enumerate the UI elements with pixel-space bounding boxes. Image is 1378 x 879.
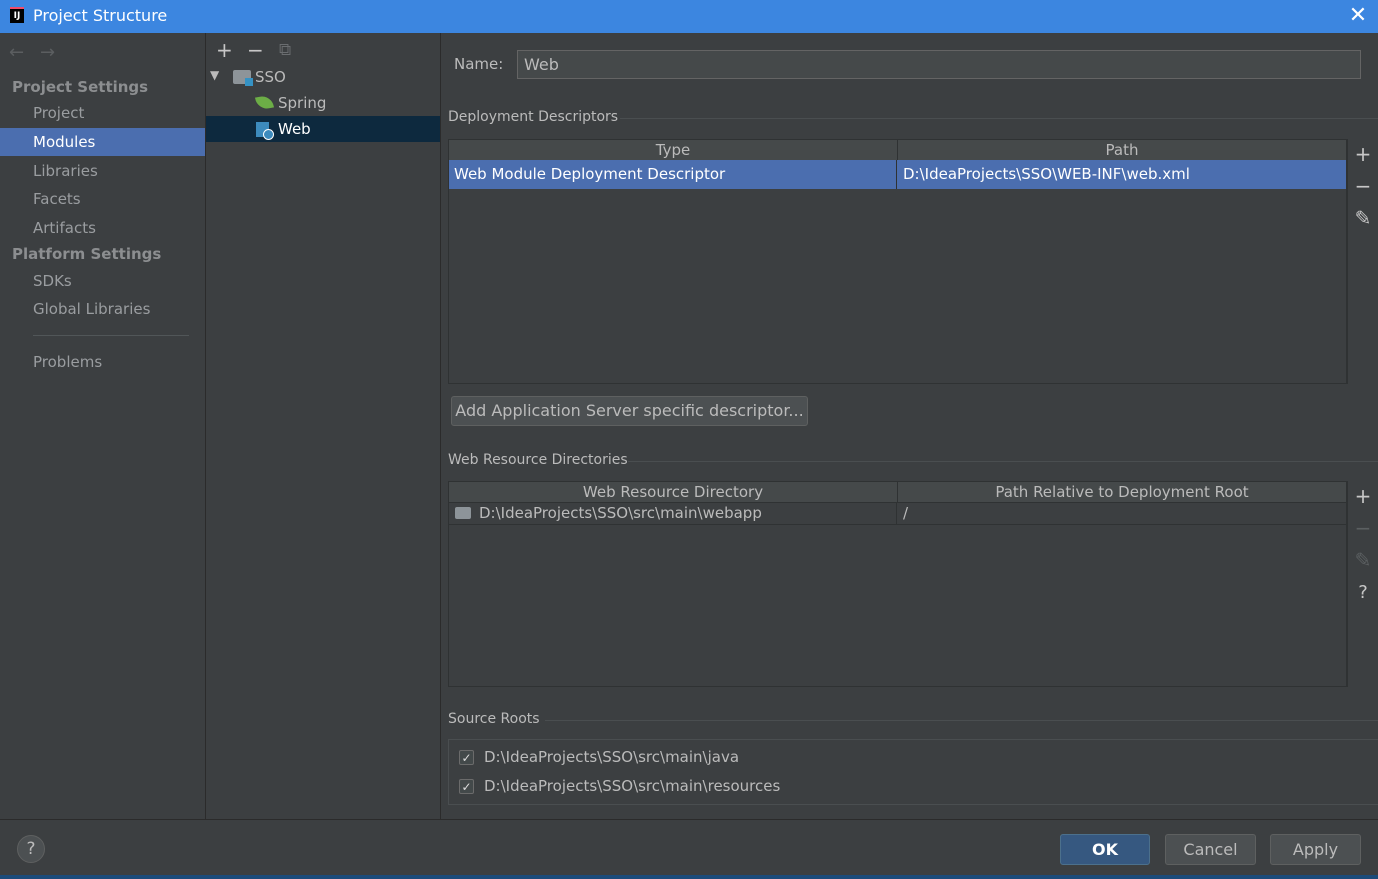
expand-arrow-icon[interactable]: ▼ [210,68,219,82]
remove-icon[interactable]: − [247,38,264,62]
edit-web-resource-icon[interactable]: ✎ [1348,548,1378,572]
nav-item-modules[interactable]: Modules [0,128,205,156]
close-icon[interactable]: ✕ [1346,4,1370,28]
tree-node-sso[interactable]: SSO [255,64,435,90]
web-facet-icon [256,122,274,140]
descriptor-type-cell[interactable]: Web Module Deployment Descriptor [454,160,894,188]
tree-node-spring[interactable]: Spring [278,90,438,116]
cell-divider [896,503,897,524]
web-resource-directories-title: Web Resource Directories [448,452,628,468]
name-input[interactable] [517,50,1361,79]
column-header-type[interactable]: Type [449,140,898,161]
add-icon[interactable]: + [216,38,233,62]
copy-icon[interactable]: ⧉ [279,40,291,60]
deployment-descriptors-table: Type Path Web Module Deployment Descript… [448,139,1347,384]
add-descriptor-icon[interactable]: + [1348,142,1378,166]
section-divider [628,461,1378,462]
help-button[interactable]: ? [17,835,45,863]
section-divider [545,720,1378,721]
nav-item-project[interactable]: Project [0,99,205,127]
add-server-descriptor-button[interactable]: Add Application Server specific descript… [451,396,808,426]
source-root-checkbox[interactable]: ✓ [459,750,474,765]
source-root-checkbox[interactable]: ✓ [459,779,474,794]
source-root-label[interactable]: D:\IdeaProjects\SSO\src\main\java [484,748,739,766]
edit-descriptor-icon[interactable]: ✎ [1348,206,1378,230]
source-roots-title: Source Roots [448,711,540,727]
nav-item-global-libraries[interactable]: Global Libraries [0,295,205,323]
source-root-label[interactable]: D:\IdeaProjects\SSO\src\main\resources [484,777,780,795]
nav-divider [33,335,189,336]
remove-descriptor-icon[interactable]: − [1348,174,1378,198]
nav-item-problems[interactable]: Problems [0,348,205,376]
web-resources-side-toolbar: + − ✎ ? [1347,481,1378,687]
tree-node-web[interactable]: Web [278,116,438,142]
back-arrow-icon[interactable]: ← [9,42,24,63]
ok-button[interactable]: OK [1060,834,1150,865]
cell-divider [896,160,897,189]
nav-item-libraries[interactable]: Libraries [0,157,205,185]
project-settings-header: Project Settings [12,78,149,96]
deployment-side-toolbar: + − ✎ [1347,139,1378,384]
remove-web-resource-icon[interactable]: − [1348,516,1378,540]
column-header-path[interactable]: Path [898,140,1346,161]
web-resources-table: Web Resource Directory Path Relative to … [448,481,1347,687]
cancel-button[interactable]: Cancel [1165,834,1256,865]
intellij-logo-icon: IJ [10,7,24,23]
descriptor-path-cell[interactable]: D:\IdeaProjects\SSO\WEB-INF\web.xml [903,160,1343,188]
title-bar: IJ Project Structure ✕ [0,0,1378,33]
module-tree-pane [206,33,441,819]
forward-arrow-icon[interactable]: → [40,42,55,63]
window-title: Project Structure [33,6,168,25]
taskbar-strip [0,875,1378,879]
module-folder-icon [233,70,253,86]
nav-item-facets[interactable]: Facets [0,185,205,213]
deployment-descriptors-title: Deployment Descriptors [448,109,619,125]
help-question-icon[interactable]: ? [1348,582,1378,603]
relative-path-cell[interactable]: / [903,499,1303,527]
section-divider [620,118,1378,119]
nav-item-artifacts[interactable]: Artifacts [0,214,205,242]
apply-button[interactable]: Apply [1270,834,1361,865]
name-label: Name: [454,55,504,73]
web-resource-directory-cell[interactable]: D:\IdeaProjects\SSO\src\main\webapp [479,499,889,527]
web-folder-icon [455,507,471,519]
platform-settings-header: Platform Settings [12,245,162,263]
nav-item-sdks[interactable]: SDKs [0,267,205,295]
add-web-resource-icon[interactable]: + [1348,484,1378,508]
